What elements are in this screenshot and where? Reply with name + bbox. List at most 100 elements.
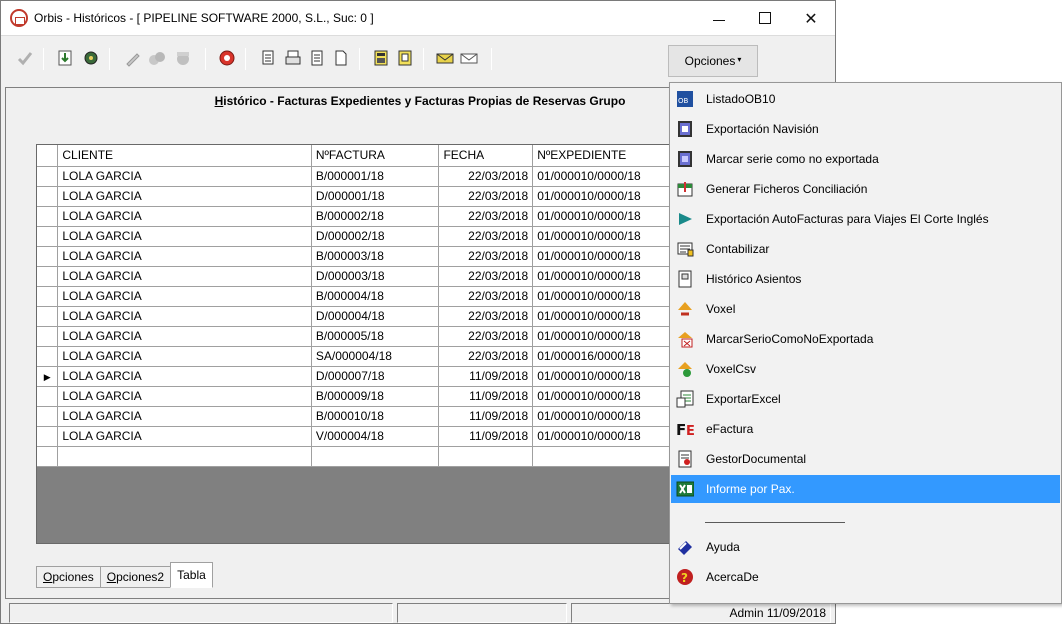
table-cell[interactable]: D/000004/18 — [311, 306, 440, 327]
table-cell[interactable]: 22/03/2018 — [438, 226, 534, 247]
calc-button[interactable] — [371, 48, 391, 68]
menu-item-acercade[interactable]: ? AcercaDe — [671, 563, 1060, 591]
menu-item-generar-ficheros-conciliación[interactable]: Generar Ficheros Conciliación — [671, 175, 1060, 203]
table-cell[interactable]: 01/000010/0000/18 — [532, 366, 675, 387]
report-button[interactable] — [395, 48, 415, 68]
tab-opciones[interactable]: Opciones — [36, 566, 101, 588]
table-cell[interactable]: 22/03/2018 — [438, 206, 534, 227]
table-cell[interactable]: 11/09/2018 — [438, 386, 534, 407]
table-cell[interactable]: 01/000010/0000/18 — [532, 286, 675, 307]
table-row[interactable]: LOLA GARCIA B/000003/18 22/03/2018 01/00001… — [37, 246, 675, 267]
table-row[interactable]: LOLA GARCIA D/000004/18 22/03/2018 01/00001… — [37, 306, 675, 327]
table-cell[interactable]: 01/000010/0000/18 — [532, 206, 675, 227]
menu-item-marcarseriocomonoexportada[interactable]: MarcarSerioComoNoExportada — [671, 325, 1060, 353]
invoice-grid[interactable]: CLIENTE NºFACTURA FECHA NºEXPEDIENTE LOLA GA… — [36, 144, 676, 544]
menu-item-voxelcsv[interactable]: VoxelCsv — [671, 355, 1060, 383]
table-row[interactable]: LOLA GARCIA B/000002/18 22/03/2018 01/00001… — [37, 206, 675, 227]
table-row[interactable]: LOLA GARCIA D/000001/18 22/03/2018 01/00001… — [37, 186, 675, 207]
table-cell[interactable]: B/000010/18 — [311, 406, 440, 427]
menu-item-ayuda[interactable]: Ayuda — [671, 533, 1060, 561]
mail-button[interactable] — [459, 48, 479, 68]
table-cell[interactable]: 22/03/2018 — [438, 346, 534, 367]
import-button[interactable] — [55, 48, 75, 68]
table-cell[interactable]: B/000001/18 — [311, 166, 440, 187]
table-cell[interactable]: D/000007/18 — [311, 366, 440, 387]
table-cell[interactable] — [37, 446, 59, 467]
table-cell[interactable]: 01/000010/0000/18 — [532, 166, 675, 187]
table-cell[interactable]: 11/09/2018 — [438, 366, 534, 387]
menu-item-histórico-asientos[interactable]: Histórico Asientos — [671, 265, 1060, 293]
table-cell[interactable]: LOLA GARCIA — [57, 426, 312, 447]
menu-item-contabilizar[interactable]: Contabilizar — [671, 235, 1060, 263]
table-cell[interactable]: 01/000016/0000/18 — [532, 346, 675, 367]
table-cell[interactable]: D/000003/18 — [311, 266, 440, 287]
table-cell[interactable]: LOLA GARCIA — [57, 366, 312, 387]
table-cell[interactable]: 01/000010/0000/18 — [532, 246, 675, 267]
table-cell[interactable]: V/000004/18 — [311, 426, 440, 447]
table-cell[interactable]: 11/09/2018 — [438, 426, 534, 447]
table-cell[interactable]: LOLA GARCIA — [57, 266, 312, 287]
lifebuoy-button[interactable] — [217, 48, 237, 68]
table-cell[interactable]: 22/03/2018 — [438, 266, 534, 287]
table-row[interactable]: LOLA GARCIA B/000010/18 11/09/2018 01/00001… — [37, 406, 675, 427]
table-cell[interactable]: 01/000010/0000/18 — [532, 266, 675, 287]
menu-item-listadoob10[interactable]: OB ListadoOB10 — [671, 85, 1060, 113]
table-cell[interactable]: LOLA GARCIA — [57, 406, 312, 427]
menu-item-gestordocumental[interactable]: GestorDocumental — [671, 445, 1060, 473]
table-cell[interactable] — [438, 446, 534, 467]
title-bar[interactable]: Orbis - Históricos - [ PIPELINE SOFTWARE… — [1, 1, 835, 35]
printer-button[interactable] — [283, 48, 303, 68]
table-cell[interactable]: 01/000010/0000/18 — [532, 326, 675, 347]
mail-color-button[interactable] — [435, 48, 455, 68]
table-cell[interactable]: 22/03/2018 — [438, 246, 534, 267]
table-cell[interactable] — [311, 446, 440, 467]
table-cell[interactable]: 22/03/2018 — [438, 326, 534, 347]
column-header[interactable]: NºEXPEDIENTE — [532, 145, 675, 167]
print-button[interactable] — [259, 48, 279, 68]
menu-item-exportarexcel[interactable]: ExportarExcel — [671, 385, 1060, 413]
confirm-button[interactable] — [15, 48, 35, 68]
edit-button[interactable] — [123, 48, 143, 68]
table-cell[interactable]: LOLA GARCIA — [57, 346, 312, 367]
table-cell[interactable] — [532, 446, 675, 467]
table-row[interactable]: LOLA GARCIA B/000005/18 22/03/2018 01/00001… — [37, 326, 675, 347]
clear-button[interactable] — [173, 48, 193, 68]
empty-row[interactable] — [37, 446, 675, 467]
table-cell[interactable]: D/000001/18 — [311, 186, 440, 207]
table-cell[interactable]: 01/000010/0000/18 — [532, 186, 675, 207]
column-header[interactable]: NºFACTURA — [311, 145, 440, 167]
table-row[interactable]: LOLA GARCIA B/000001/18 22/03/2018 01/00001… — [37, 166, 675, 187]
table-cell[interactable]: 22/03/2018 — [438, 286, 534, 307]
table-cell[interactable]: LOLA GARCIA — [57, 226, 312, 247]
column-header[interactable]: CLIENTE — [57, 145, 312, 167]
table-cell[interactable]: B/000003/18 — [311, 246, 440, 267]
table-cell[interactable]: SA/000004/18 — [311, 346, 440, 367]
column-header[interactable]: FECHA — [438, 145, 534, 167]
table-cell[interactable]: 22/03/2018 — [438, 306, 534, 327]
new-page-button[interactable] — [331, 48, 351, 68]
table-cell[interactable]: LOLA GARCIA — [57, 386, 312, 407]
menu-item-efactura[interactable]: F EeFactura — [671, 415, 1060, 443]
table-cell[interactable]: LOLA GARCIA — [57, 306, 312, 327]
menu-item-exportación-autofacturas-para-viajes-el-corte-inglés[interactable]: Exportación AutoFacturas para Viajes El … — [671, 205, 1060, 233]
close-button[interactable]: ✕ — [788, 1, 834, 35]
tab-opciones2[interactable]: Opciones2 — [99, 566, 172, 588]
table-cell[interactable]: B/000009/18 — [311, 386, 440, 407]
table-row[interactable]: LOLA GARCIA D/000003/18 22/03/2018 01/00001… — [37, 266, 675, 287]
table-cell[interactable]: B/000004/18 — [311, 286, 440, 307]
table-row[interactable]: LOLA GARCIA V/000004/18 11/09/2018 01/00001… — [37, 426, 675, 447]
table-cell[interactable]: 01/000010/0000/18 — [532, 226, 675, 247]
tab-tabla[interactable]: Tabla — [170, 562, 213, 588]
menu-item-voxel[interactable]: Voxel — [671, 295, 1060, 323]
table-cell[interactable] — [57, 446, 312, 467]
menu-item-marcar-serie-como-no-exportada[interactable]: Marcar serie como no exportada — [671, 145, 1060, 173]
table-row[interactable]: LOLA GARCIA B/000004/18 22/03/2018 01/00001… — [37, 286, 675, 307]
table-row[interactable]: LOLA GARCIA D/000002/18 22/03/2018 01/00001… — [37, 226, 675, 247]
table-row[interactable]: LOLA GARCIA B/000009/18 11/09/2018 01/00001… — [37, 386, 675, 407]
table-cell[interactable]: 01/000010/0000/18 — [532, 386, 675, 407]
table-cell[interactable]: B/000002/18 — [311, 206, 440, 227]
tools-button[interactable] — [147, 48, 167, 68]
table-cell[interactable]: B/000005/18 — [311, 326, 440, 347]
table-cell[interactable]: LOLA GARCIA — [57, 286, 312, 307]
table-cell[interactable]: LOLA GARCIA — [57, 186, 312, 207]
